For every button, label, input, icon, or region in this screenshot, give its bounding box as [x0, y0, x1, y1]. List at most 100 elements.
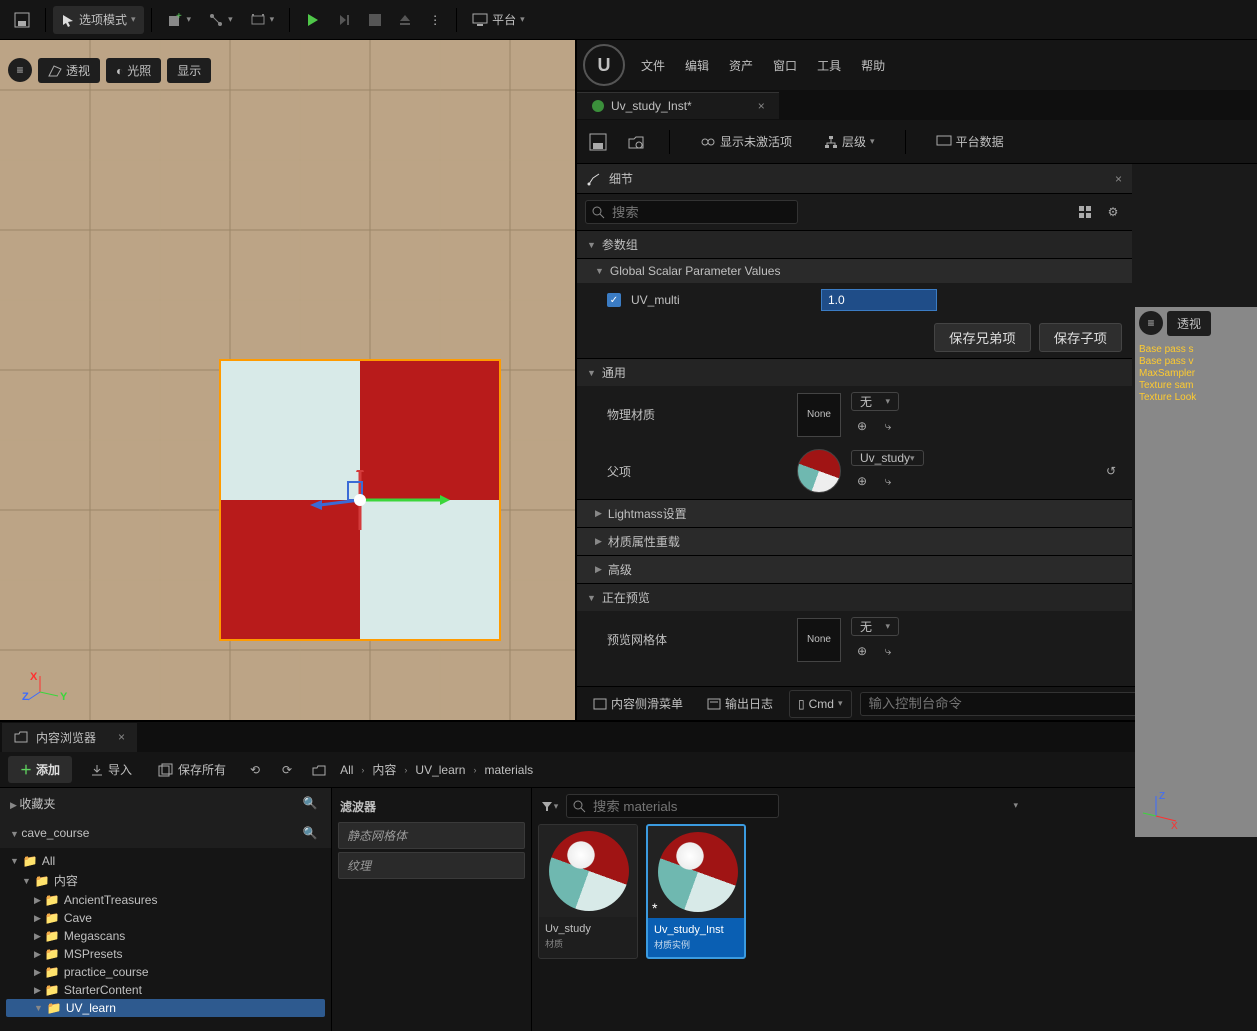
phys-mat-dropdown[interactable]: 无▾ — [851, 392, 899, 411]
browse-asset-icon[interactable] — [625, 131, 647, 153]
section-global-scalar[interactable]: ▼Global Scalar Parameter Values — [577, 258, 1132, 283]
use-selected-icon[interactable]: ⊕ — [851, 640, 873, 662]
save-icon[interactable] — [6, 6, 38, 34]
viewport-menu-icon[interactable]: ≡ — [8, 58, 32, 82]
output-log-button[interactable]: 输出日志 — [699, 690, 781, 718]
show-inactive-button[interactable]: 显示未激活项 — [692, 128, 800, 156]
breadcrumb-item[interactable]: All — [340, 763, 353, 777]
section-mat-override[interactable]: ▶材质属性重载 — [577, 527, 1132, 555]
viewport-show-dropdown[interactable]: 显示 — [167, 58, 211, 83]
filter-chip[interactable]: 纹理 — [338, 852, 525, 879]
preview-menu-icon[interactable]: ≡ — [1139, 311, 1163, 335]
material-preview-viewport[interactable]: ≡ 透视 Base pass s Base pass v MaxSampler … — [1135, 307, 1257, 837]
favorites-header[interactable]: ▶ 收藏夹🔍 — [0, 788, 331, 818]
tree-item[interactable]: ▶📁StarterContent — [6, 981, 325, 999]
section-previewing[interactable]: ▼正在预览 — [577, 583, 1132, 611]
section-general[interactable]: ▼通用 — [577, 358, 1132, 386]
uv-multi-checkbox[interactable]: ✓ — [607, 293, 621, 307]
preview-perspective-pill[interactable]: 透视 — [1167, 311, 1211, 336]
save-all-button[interactable]: 保存所有 — [150, 756, 234, 784]
breadcrumb-item[interactable]: materials — [484, 763, 533, 777]
import-button[interactable]: 导入 — [82, 756, 140, 784]
section-lightmass[interactable]: ▶Lightmass设置 — [577, 499, 1132, 527]
level-viewport[interactable]: ≡ 透视 ◐ 光照 显示 XZY — [0, 40, 575, 720]
eject-button[interactable] — [390, 6, 420, 34]
asset-search-input[interactable] — [566, 794, 779, 818]
save-sibling-button[interactable]: 保存兄弟项 — [934, 323, 1031, 352]
asset-card-selected[interactable]: * Uv_study_Inst 材质实例 — [646, 824, 746, 959]
sequencer-icon[interactable]: ▾ — [242, 6, 283, 34]
breadcrumb-item[interactable]: 内容 — [372, 761, 396, 778]
cmd-dropdown[interactable]: ▯Cmd▾ — [789, 690, 851, 718]
details-view-options-icon[interactable] — [1074, 201, 1096, 223]
details-tab-label[interactable]: 细节 — [609, 170, 633, 187]
close-tab-icon[interactable]: × — [118, 730, 125, 744]
preview-mesh-thumb[interactable]: None — [797, 618, 841, 662]
filter-chip[interactable]: 静态网格体 — [338, 822, 525, 849]
parent-dropdown[interactable]: Uv_study▾ — [851, 450, 924, 466]
play-button[interactable] — [297, 6, 329, 34]
menu-window[interactable]: 窗口 — [773, 57, 797, 74]
history-forward-icon[interactable]: ⟳ — [276, 759, 298, 781]
selection-mode-dropdown[interactable]: 选项模式 ▾ — [53, 6, 144, 34]
platform-data-button[interactable]: 平台数据 — [928, 128, 1012, 156]
browse-to-icon[interactable]: ⤷ — [877, 415, 899, 437]
close-details-icon[interactable]: × — [1115, 172, 1122, 186]
add-button[interactable]: ＋添加 — [8, 756, 72, 783]
use-selected-icon[interactable]: ⊕ — [851, 415, 873, 437]
viewport-lightmode-dropdown[interactable]: ◐ 光照 — [106, 58, 161, 83]
tree-item[interactable]: ▶📁Megascans — [6, 927, 325, 945]
create-icon[interactable]: +▾ — [159, 6, 200, 34]
menu-tools[interactable]: 工具 — [817, 57, 841, 74]
tree-item-uvlearn[interactable]: ▼📁UV_learn — [6, 999, 325, 1017]
browse-to-icon[interactable]: ⤷ — [877, 640, 899, 662]
search-icon[interactable]: 🔍 — [299, 792, 321, 814]
blueprint-icon[interactable]: ▾ — [200, 6, 241, 34]
folder-up-icon[interactable] — [308, 759, 330, 781]
history-back-icon[interactable]: ⟲ — [244, 759, 266, 781]
filter-toggle-icon[interactable]: ▾ — [538, 795, 560, 817]
menu-help[interactable]: 帮助 — [861, 57, 885, 74]
svg-text:+: + — [176, 12, 182, 22]
tree-item[interactable]: ▶📁MSPresets — [6, 945, 325, 963]
details-panel: 细节 × ⚙ ▼参数组 ▼Global Scalar Parameter Val… — [577, 164, 1132, 686]
step-button[interactable] — [330, 6, 360, 34]
menu-asset[interactable]: 资产 — [729, 57, 753, 74]
asset-card[interactable]: Uv_study 材质 — [538, 824, 638, 959]
close-tab-icon[interactable]: × — [758, 99, 765, 113]
tree-item-all[interactable]: ▼📁All — [6, 852, 325, 870]
tree-item-content[interactable]: ▼📁内容 — [6, 870, 325, 891]
browse-to-icon[interactable]: ⤷ — [877, 470, 899, 492]
tree-item[interactable]: ▶📁AncientTreasures — [6, 891, 325, 909]
details-search-input[interactable] — [585, 200, 798, 224]
breadcrumb-item[interactable]: UV_learn — [415, 763, 465, 777]
menu-edit[interactable]: 编辑 — [685, 57, 709, 74]
save-asset-icon[interactable] — [587, 131, 609, 153]
tree-item[interactable]: ▶📁practice_course — [6, 963, 325, 981]
reset-to-default-icon[interactable]: ↺ — [1100, 460, 1122, 482]
content-drawer-button[interactable]: 内容侧滑菜单 — [585, 690, 691, 718]
platform-dropdown[interactable]: 平台▾ — [464, 6, 533, 34]
material-tab[interactable]: Uv_study_Inst* × — [577, 92, 779, 119]
project-header[interactable]: ▼ cave_course🔍 — [0, 818, 331, 848]
selected-plane-actor[interactable] — [221, 361, 499, 639]
phys-mat-thumb[interactable]: None — [797, 393, 841, 437]
use-selected-icon[interactable]: ⊕ — [851, 470, 873, 492]
content-browser-tab[interactable]: 内容浏览器 × — [2, 723, 137, 752]
parent-thumb[interactable] — [797, 449, 841, 493]
content-browser: 内容浏览器 × ＋添加 导入 保存所有 ⟲ ⟳ All› 内容› UV_lear… — [0, 720, 1257, 1031]
preview-mesh-dropdown[interactable]: 无▾ — [851, 617, 899, 636]
details-settings-icon[interactable]: ⚙ — [1102, 201, 1124, 223]
play-options-icon[interactable]: ⋮ — [421, 6, 449, 34]
uv-multi-input[interactable] — [821, 289, 937, 311]
section-param-group[interactable]: ▼参数组 — [577, 230, 1132, 258]
section-advanced[interactable]: ▶高级 — [577, 555, 1132, 583]
stop-button[interactable] — [361, 6, 389, 34]
menu-file[interactable]: 文件 — [641, 57, 665, 74]
search-icon[interactable]: 🔍 — [299, 822, 321, 844]
search-icon — [591, 205, 605, 219]
hierarchy-dropdown[interactable]: 层级▾ — [816, 128, 883, 156]
save-child-button[interactable]: 保存子项 — [1039, 323, 1122, 352]
viewport-perspective-dropdown[interactable]: 透视 — [38, 58, 100, 83]
tree-item[interactable]: ▶📁Cave — [6, 909, 325, 927]
